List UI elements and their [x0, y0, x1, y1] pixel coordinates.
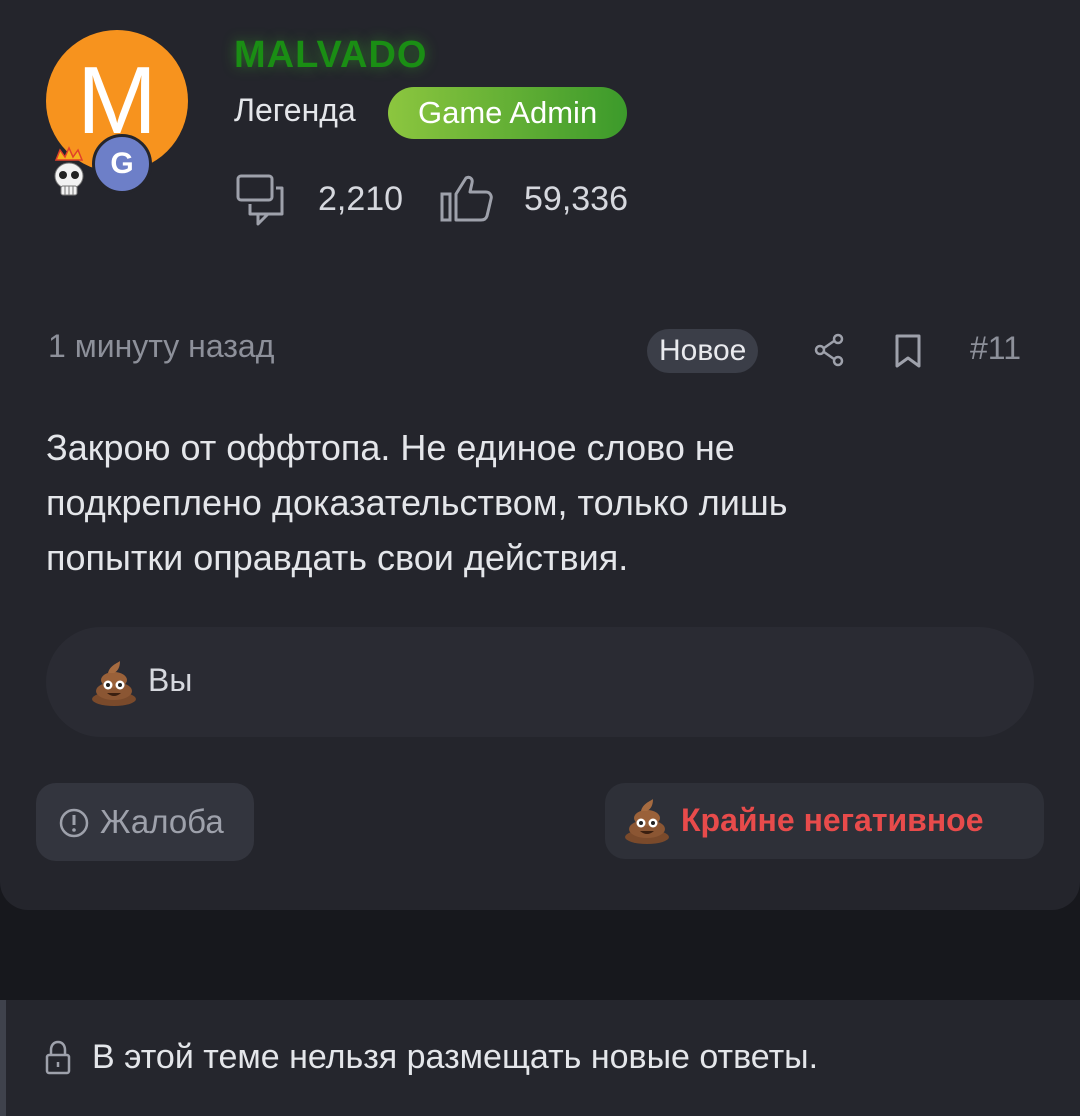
thread-locked-notice: В этой теме нельзя размещать новые ответ…: [0, 1000, 1080, 1116]
reactions-count: 59,336: [524, 180, 628, 218]
locked-message: В этой теме нельзя размещать новые ответ…: [92, 1038, 819, 1076]
alert-circle-icon: [59, 808, 89, 838]
skull-crown-icon: [54, 146, 84, 196]
lock-icon: [45, 1040, 71, 1075]
reaction-button[interactable]: Крайне негативное: [605, 783, 1044, 859]
poop-emoji-icon: [625, 799, 669, 844]
message-line: Закрою от оффтопа. Не единое слово не: [46, 427, 735, 468]
post-card: M G MALVADO Легенда Game Admin 2,210 59,…: [0, 0, 1080, 910]
reaction-label: Крайне негативное: [681, 802, 984, 838]
messages-count: 2,210: [318, 180, 404, 218]
user-badge: G: [92, 134, 152, 194]
new-badge: Новое: [647, 329, 759, 373]
role-badge: Game Admin: [388, 87, 628, 139]
reactions-bar[interactable]: Вы: [46, 627, 1034, 737]
post-time[interactable]: 1 минуту назад: [48, 328, 274, 365]
bookmark-icon[interactable]: [894, 333, 922, 369]
thumbs-up-icon: [440, 175, 493, 222]
messages-icon: [236, 174, 284, 226]
post-message: Закрою от оффтопа. Не единое слово не по…: [46, 420, 1006, 585]
badge-letter: G: [110, 147, 134, 180]
message-line: подкреплено доказательством, только лишь: [46, 482, 788, 523]
message-line: попытки оправдать свои действия.: [46, 537, 629, 578]
author-rank: Легенда: [234, 92, 356, 128]
poop-emoji-icon: [92, 661, 136, 706]
report-button[interactable]: Жалоба: [36, 783, 254, 861]
post-number[interactable]: #11: [970, 330, 1021, 367]
share-icon[interactable]: [814, 333, 844, 367]
author-username[interactable]: MALVADO: [234, 34, 427, 77]
report-label: Жалоба: [100, 803, 224, 840]
reaction-user[interactable]: Вы: [148, 662, 192, 699]
